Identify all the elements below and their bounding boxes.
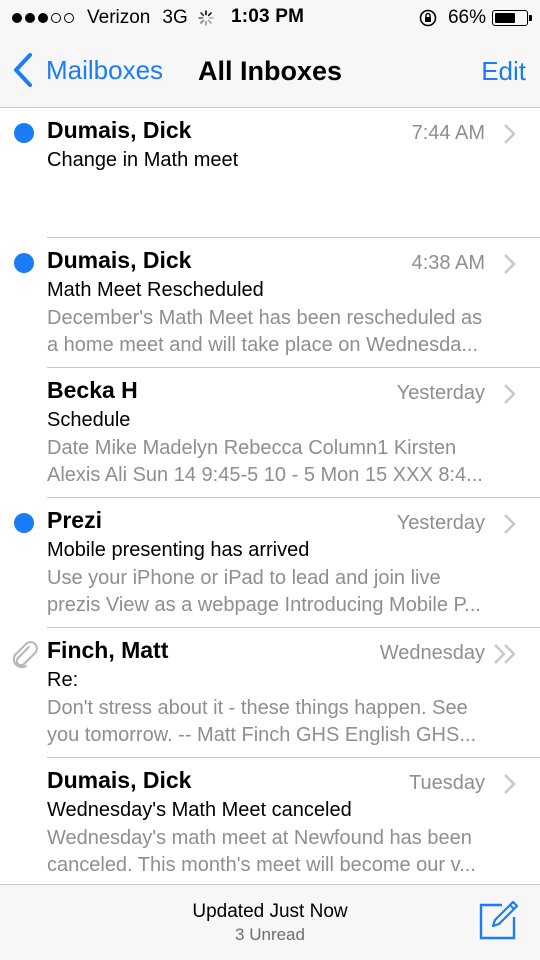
bottom-toolbar: Updated Just Now 3 Unread	[0, 884, 540, 960]
message-preview-line: prezis View as a webpage Introducing Mob…	[47, 594, 481, 616]
message-preview: Use your iPhone or iPad to lead and join…	[47, 565, 517, 619]
message-time: Wednesday	[379, 642, 485, 664]
attachment-paperclip-icon	[12, 641, 38, 669]
message-preview-line: Wednesday's math meet at Newfound has be…	[47, 827, 472, 849]
status-bar: Verizon 3G 1:03 PM 66%	[0, 0, 540, 36]
message-preview-line: Use your iPhone or iPad to lead and join…	[47, 567, 441, 589]
navigation-bar: Mailboxes All Inboxes Edit	[0, 36, 540, 108]
message-subject: Math Meet Rescheduled	[47, 279, 264, 301]
unread-indicator-icon	[14, 513, 34, 533]
message-preview-line: Alexis Ali Sun 14 9:45-5 10 - 5 Mon 15 X…	[47, 464, 483, 486]
message-preview-line: a home meet and will take place on Wedne…	[47, 334, 478, 356]
message-row[interactable]: Dumais, Dick 7:44 AM Change in Math meet	[0, 108, 540, 238]
status-time: 1:03 PM	[231, 6, 305, 27]
disclosure-chevron-icon	[504, 124, 516, 144]
message-preview-line: December's Math Meet has been reschedule…	[47, 307, 483, 329]
unread-indicator-icon	[14, 123, 34, 143]
battery-icon	[492, 10, 532, 26]
unread-count: 3 Unread	[235, 925, 305, 944]
compose-icon[interactable]	[478, 899, 520, 941]
disclosure-chevron-icon	[504, 254, 516, 274]
message-sender: Dumais, Dick	[47, 767, 192, 793]
message-row[interactable]: Becka H Yesterday Schedule Date Mike Madely…	[0, 368, 540, 498]
message-subject: Schedule	[47, 409, 131, 431]
message-preview-line: you tomorrow. -- Matt Finch GHS English …	[47, 724, 477, 746]
unread-indicator-icon	[14, 253, 34, 273]
message-subject: Re:	[47, 669, 79, 691]
message-sender: Finch, Matt	[47, 637, 169, 663]
network-type: 3G	[162, 7, 188, 28]
status-right: 66%	[418, 6, 532, 30]
message-preview: December's Math Meet has been reschedule…	[47, 305, 517, 359]
message-preview-line: Date Mike Madelyn Rebecca Column1 Kirste…	[47, 437, 457, 459]
message-preview: Date Mike Madelyn Rebecca Column1 Kirste…	[47, 435, 517, 489]
update-status: Updated Just Now	[192, 901, 348, 922]
thread-double-chevron-icon	[494, 644, 516, 664]
message-preview-line: Don't stress about it - these things hap…	[47, 697, 468, 719]
message-time: Yesterday	[396, 382, 485, 404]
disclosure-chevron-icon	[504, 384, 516, 404]
edit-button[interactable]: Edit	[481, 56, 526, 87]
message-time: Yesterday	[396, 512, 485, 534]
message-preview: Don't stress about it - these things hap…	[47, 695, 517, 749]
orientation-lock-icon	[419, 9, 437, 27]
message-sender: Dumais, Dick	[47, 247, 192, 273]
status-left: Verizon 3G	[12, 6, 230, 30]
carrier-name: Verizon	[87, 7, 151, 28]
activity-spinner-icon	[197, 10, 214, 26]
message-row[interactable]: Dumais, Dick Tuesday Wednesday's Math Meet…	[0, 758, 540, 888]
battery-percentage: 66%	[447, 7, 486, 28]
message-time: 7:44 AM	[411, 122, 485, 144]
message-subject: Wednesday's Math Meet canceled	[47, 799, 352, 821]
message-subject: Mobile presenting has arrived	[47, 539, 310, 561]
message-row[interactable]: Finch, Matt Wednesday Re: Don't stress abou…	[0, 628, 540, 758]
page-title: All Inboxes	[0, 56, 540, 87]
page-title-text: All Inboxes	[197, 56, 343, 86]
message-preview-line: canceled. This month's meet will become …	[47, 854, 476, 876]
battery-level	[495, 13, 515, 23]
disclosure-chevron-icon	[504, 774, 516, 794]
message-sender: Prezi	[47, 507, 102, 533]
message-row[interactable]: Prezi Yesterday Mobile presenting has arri…	[0, 498, 540, 628]
message-time: Tuesday	[409, 772, 485, 794]
message-time: 4:38 AM	[411, 252, 485, 274]
message-preview: Wednesday's math meet at Newfound has be…	[47, 825, 517, 879]
message-subject: Change in Math meet	[47, 149, 239, 171]
message-sender: Dumais, Dick	[47, 117, 192, 143]
signal-strength-icon	[12, 13, 77, 23]
message-sender: Becka H	[47, 377, 138, 403]
disclosure-chevron-icon	[504, 514, 516, 534]
message-row[interactable]: Dumais, Dick 4:38 AM Math Meet Rescheduled…	[0, 238, 540, 368]
